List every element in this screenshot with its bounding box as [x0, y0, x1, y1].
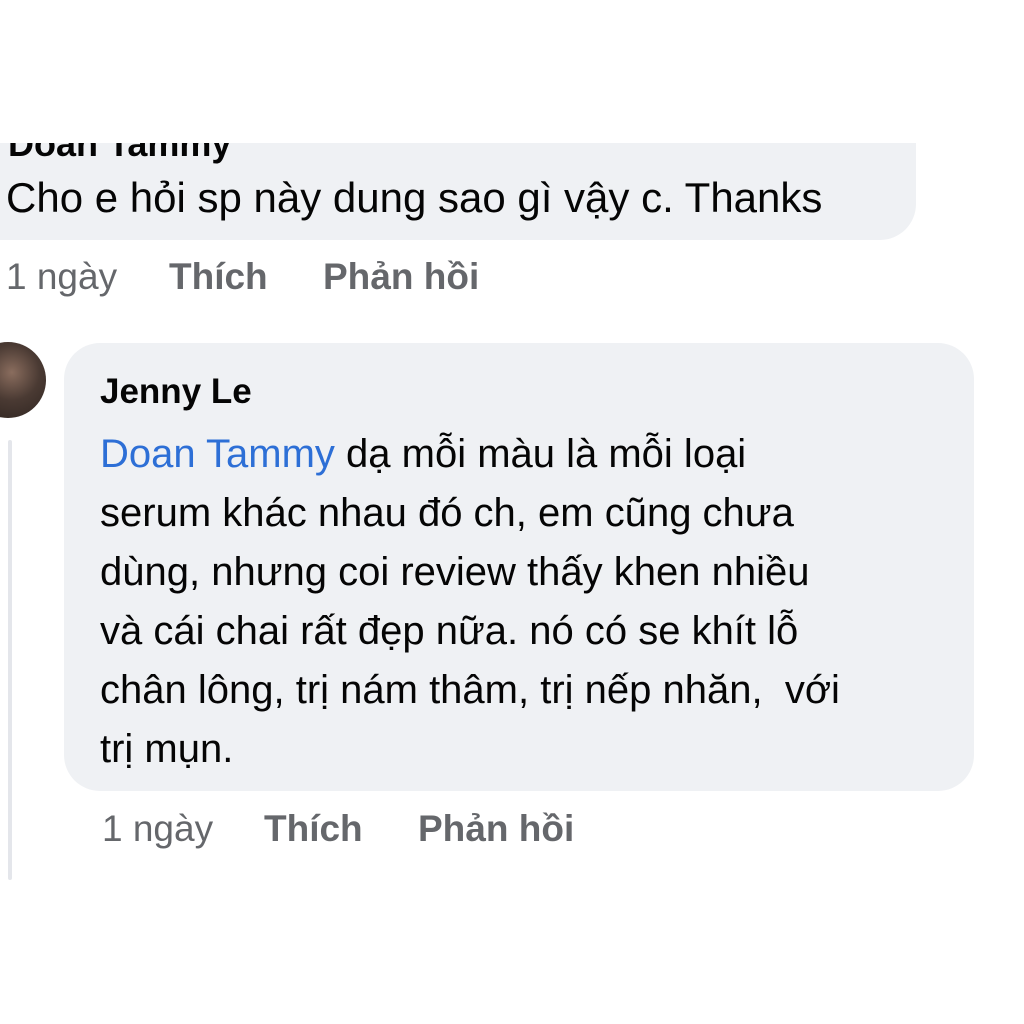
comment-line: và cái chai rất đẹp nữa. nó có se khít l…: [100, 609, 799, 653]
comment-timestamp[interactable]: 1 ngày: [102, 805, 213, 853]
reply-button[interactable]: Phản hồi: [323, 253, 479, 301]
comment-line: Doan Tammy dạ mỗi màu là mỗi loại: [100, 425, 960, 484]
comment-timestamp[interactable]: 1 ngày: [6, 253, 117, 301]
comment-line: dùng, nhưng coi review thấy khen nhiều: [100, 550, 810, 594]
comment-text: Cho e hỏi sp này dung sao gì vậy c. Than…: [6, 174, 823, 221]
avatar[interactable]: [0, 342, 46, 418]
comment-author[interactable]: Jenny Le: [100, 370, 252, 414]
comment-line: chân lông, trị nám thâm, trị nếp nhăn, v…: [100, 668, 840, 712]
comment-line-text: dạ mỗi màu là mỗi loại: [334, 432, 747, 476]
like-button[interactable]: Thích: [169, 253, 268, 301]
reply-button[interactable]: Phản hồi: [418, 805, 574, 853]
crop-mask: [0, 0, 1024, 143]
comment-thread: Doan Tammy Cho e hỏi sp này dung sao gì …: [0, 0, 1024, 1024]
comment-line: trị mụn.: [100, 727, 234, 771]
comment-text: Doan Tammy dạ mỗi màu là mỗi loại serum …: [100, 425, 960, 779]
comment-line: serum khác nhau đó ch, em cũng chưa: [100, 491, 794, 535]
mention-link[interactable]: Doan Tammy: [100, 432, 335, 476]
like-button[interactable]: Thích: [264, 805, 363, 853]
comment-actions: 1 ngày Thích Phản hồi: [6, 253, 526, 301]
comment-bubble: Jenny Le Doan Tammy dạ mỗi màu là mỗi lo…: [64, 343, 974, 791]
thread-line: [8, 440, 12, 880]
comment-actions: 1 ngày Thích Phản hồi: [102, 805, 622, 853]
